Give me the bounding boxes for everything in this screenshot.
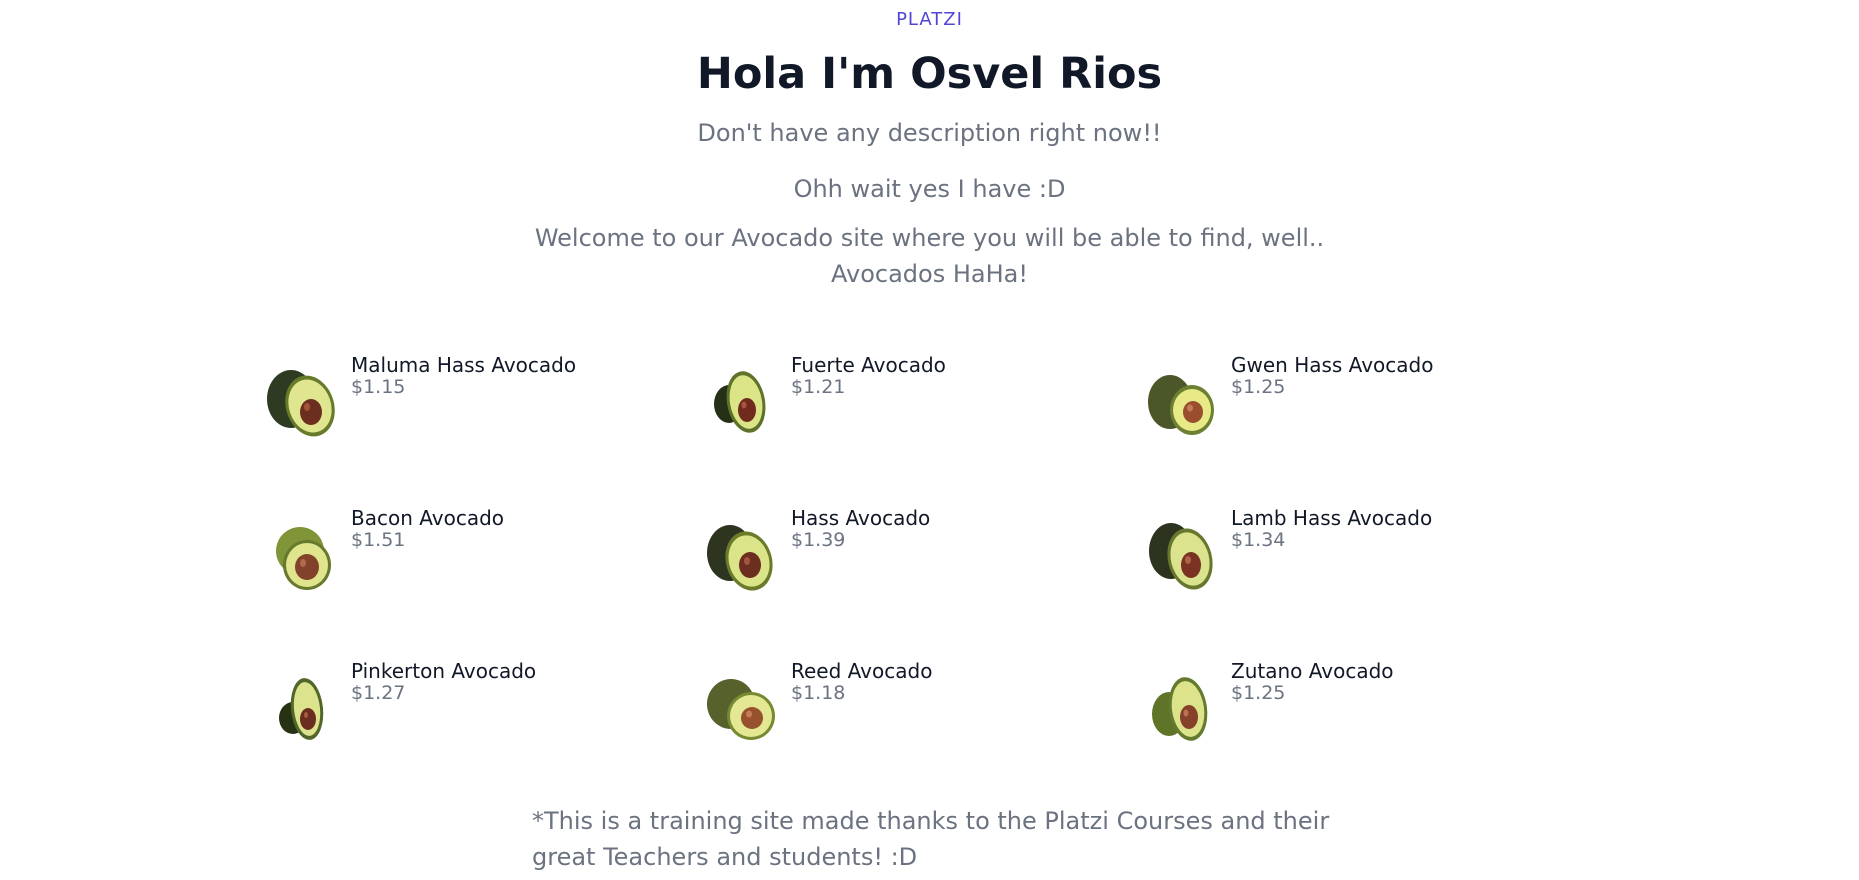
product-card[interactable]: Bacon Avocado $1.51 <box>251 505 691 600</box>
product-card[interactable]: Reed Avocado $1.18 <box>691 658 1131 753</box>
product-info: Maluma Hass Avocado $1.15 <box>351 354 576 398</box>
avocado-icon <box>707 525 773 591</box>
product-info: Reed Avocado $1.18 <box>791 660 932 704</box>
product-image[interactable] <box>1131 505 1226 600</box>
avocado-icon <box>267 370 335 437</box>
product-name[interactable]: Maluma Hass Avocado <box>351 354 576 376</box>
product-name[interactable]: Hass Avocado <box>791 507 930 529</box>
product-card[interactable]: Lamb Hass Avocado $1.34 <box>1131 505 1571 600</box>
product-name[interactable]: Zutano Avocado <box>1231 660 1394 682</box>
avocado-icon <box>707 679 775 740</box>
product-grid: Maluma Hass Avocado $1.15 Fuerte Avocado… <box>251 352 1601 753</box>
product-price: $1.51 <box>351 529 406 551</box>
avocado-icon <box>276 527 331 590</box>
product-price: $1.21 <box>791 376 846 398</box>
product-info: Lamb Hass Avocado $1.34 <box>1231 507 1432 551</box>
product-image[interactable] <box>691 658 786 753</box>
avocado-icon <box>279 678 324 740</box>
avocado-icon <box>1148 375 1214 435</box>
product-name[interactable]: Bacon Avocado <box>351 507 504 529</box>
product-image[interactable] <box>1131 352 1226 447</box>
product-card[interactable]: Fuerte Avocado $1.21 <box>691 352 1131 447</box>
product-name[interactable]: Lamb Hass Avocado <box>1231 507 1432 529</box>
product-image[interactable] <box>251 505 346 600</box>
product-card[interactable]: Zutano Avocado $1.25 <box>1131 658 1571 753</box>
product-name[interactable]: Fuerte Avocado <box>791 354 946 376</box>
description-line: Don't have any description right now!! <box>697 119 1162 147</box>
product-card[interactable]: Gwen Hass Avocado $1.25 <box>1131 352 1571 447</box>
product-name[interactable]: Gwen Hass Avocado <box>1231 354 1433 376</box>
product-name[interactable]: Pinkerton Avocado <box>351 660 536 682</box>
product-image[interactable] <box>251 352 346 447</box>
avocado-icon <box>1152 677 1208 741</box>
product-price: $1.25 <box>1231 682 1286 704</box>
product-info: Pinkerton Avocado $1.27 <box>351 660 536 704</box>
product-info: Gwen Hass Avocado $1.25 <box>1231 354 1433 398</box>
avocado-icon <box>1149 523 1213 590</box>
product-image[interactable] <box>251 658 346 753</box>
product-name[interactable]: Reed Avocado <box>791 660 932 682</box>
product-image[interactable] <box>1131 658 1226 753</box>
product-info: Fuerte Avocado $1.21 <box>791 354 946 398</box>
product-price: $1.34 <box>1231 529 1286 551</box>
product-price: $1.39 <box>791 529 846 551</box>
product-card[interactable]: Maluma Hass Avocado $1.15 <box>251 352 691 447</box>
product-price: $1.27 <box>351 682 406 704</box>
footer-note: *This is a training site made thanks to … <box>532 807 1330 871</box>
product-price: $1.18 <box>791 682 846 704</box>
avocado-icon <box>714 371 766 433</box>
product-info: Hass Avocado $1.39 <box>791 507 930 551</box>
brand-label: PLATZI <box>896 9 963 30</box>
page-header: PLATZI Hola I'm Osvel Rios Don't have an… <box>0 0 1859 292</box>
page-title: Hola I'm Osvel Rios <box>696 49 1163 99</box>
welcome-message: Welcome to our Avocado site where you wi… <box>534 224 1325 288</box>
product-info: Bacon Avocado $1.51 <box>351 507 504 551</box>
product-info: Zutano Avocado $1.25 <box>1231 660 1394 704</box>
product-image[interactable] <box>691 505 786 600</box>
page: PLATZI Hola I'm Osvel Rios Don't have an… <box>0 0 1859 880</box>
product-card[interactable]: Hass Avocado $1.39 <box>691 505 1131 600</box>
product-image[interactable] <box>691 352 786 447</box>
product-price: $1.15 <box>351 376 406 398</box>
product-price: $1.25 <box>1231 376 1286 398</box>
product-card[interactable]: Pinkerton Avocado $1.27 <box>251 658 691 753</box>
description-followup: Ohh wait yes I have :D <box>793 175 1066 203</box>
